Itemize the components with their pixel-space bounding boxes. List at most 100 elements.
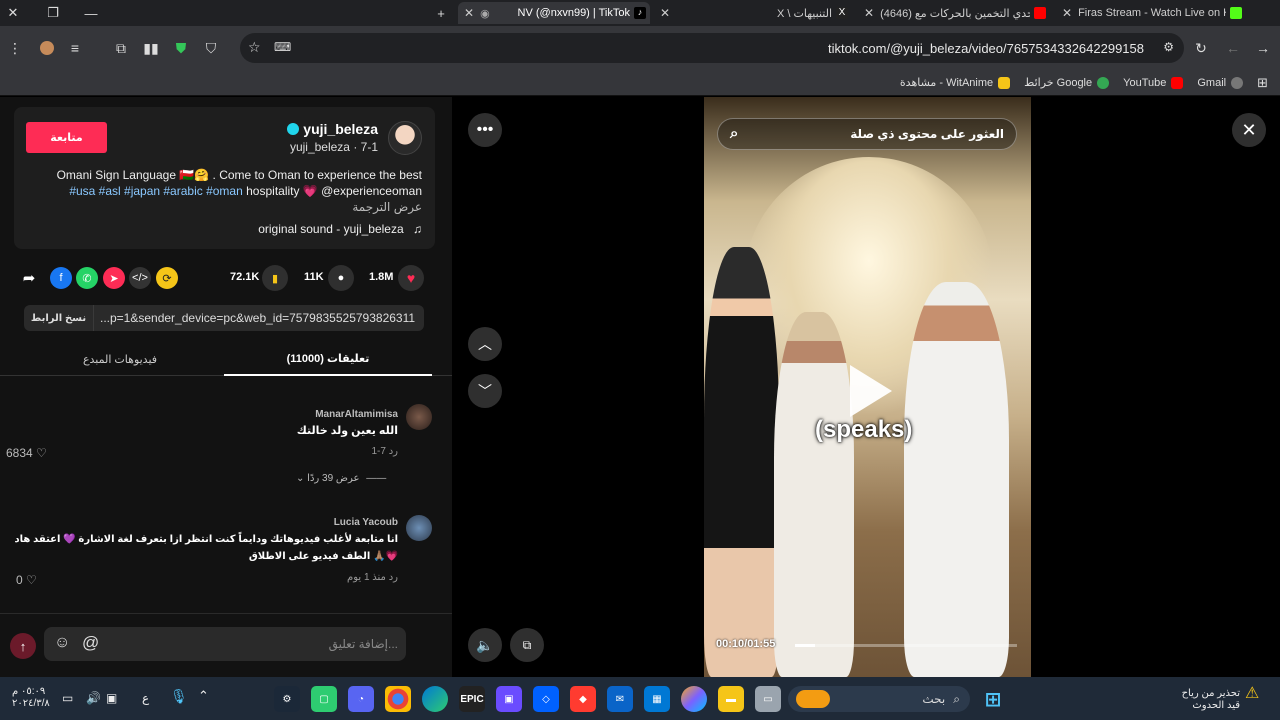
- tab-creator-videos[interactable]: فيديوهات المبدع: [40, 342, 200, 376]
- tray-chevron-up-icon[interactable]: ⌃: [198, 689, 209, 702]
- extension-avatar-icon[interactable]: [32, 33, 62, 63]
- network-icon[interactable]: ▣: [106, 692, 117, 704]
- apps-grid-icon[interactable]: ⊞: [1257, 75, 1268, 91]
- commenter-name[interactable]: Lucia Yacoub: [334, 517, 398, 528]
- speaker-icon[interactable]: 🔊: [86, 692, 101, 704]
- mention-button[interactable]: @: [82, 633, 99, 653]
- bookmark-google-maps[interactable]: خرائط Google: [1024, 76, 1110, 89]
- input-language[interactable]: ع: [142, 692, 149, 704]
- tab-kick-stream[interactable]: ✕ Firas Stream - Watch Live on Ki: [1056, 2, 1246, 24]
- volume-icon[interactable]: 🔈: [468, 628, 502, 662]
- reply-link[interactable]: رد: [389, 446, 398, 457]
- tab-bar: ✕ ❐ — + ✕ ◉ NV (@nxvn99) | TikTok ♪ ✕ X …: [0, 0, 1280, 26]
- close-video-icon[interactable]: ✕: [1232, 113, 1266, 147]
- adblock-shield-icon[interactable]: ⛊: [166, 33, 196, 63]
- site-settings-icon[interactable]: ⚙: [1163, 40, 1174, 54]
- steam-icon[interactable]: ⚙: [274, 686, 300, 712]
- chat-app-icon[interactable]: ▢: [311, 686, 337, 712]
- sound-link[interactable]: original sound - yuji_beleza ♫: [258, 222, 422, 236]
- share-link-text[interactable]: ...p=1&sender_device=pc&web_id=757983552…: [100, 311, 415, 325]
- comment-like-count: 6834: [6, 446, 33, 460]
- chrome-icon[interactable]: [385, 686, 411, 712]
- dropbox-icon[interactable]: ◇: [533, 686, 559, 712]
- bookmark-witanime[interactable]: مشاهدة - WitAnime: [900, 76, 1011, 89]
- repost-icon[interactable]: ⟳: [156, 267, 178, 289]
- creator-avatar[interactable]: [388, 121, 422, 155]
- file-explorer-icon[interactable]: ▬: [718, 686, 744, 712]
- play-icon[interactable]: [850, 365, 892, 417]
- tab-tiktok[interactable]: ✕ ◉ NV (@nxvn99) | TikTok ♪: [458, 2, 650, 24]
- more-options-icon[interactable]: •••: [468, 113, 502, 147]
- reply-link[interactable]: رد: [389, 572, 398, 583]
- back-icon[interactable]: →: [1248, 33, 1278, 63]
- menu-dots-icon[interactable]: ⋮: [0, 33, 30, 63]
- view-replies-button[interactable]: ⌄ عرض 39 ردًا ——: [296, 473, 386, 484]
- tab-youtube-video[interactable]: ✕ (4646) تحدي التخمين بالحركات مع: [858, 2, 1050, 24]
- discord-icon[interactable]: ◔: [348, 686, 374, 712]
- hashtags[interactable]: #usa #asl #japan #arabic #oman: [69, 184, 242, 198]
- comment-input[interactable]: ☺ @ إضافة تعليق...: [44, 627, 406, 661]
- minimize-window-icon[interactable]: —: [78, 0, 104, 26]
- close-window-icon[interactable]: ✕: [0, 0, 26, 26]
- next-video-chevron-down-icon[interactable]: ﹀: [468, 374, 502, 408]
- previous-video-chevron-up-icon[interactable]: ︿: [468, 327, 502, 361]
- follow-button[interactable]: متابعة: [26, 122, 107, 153]
- edge-icon[interactable]: [422, 686, 448, 712]
- tab-close-icon[interactable]: ✕: [464, 6, 474, 20]
- like-heart-icon[interactable]: ♥: [398, 265, 424, 291]
- privacy-shield-icon[interactable]: ⛉: [196, 33, 226, 63]
- extension-icon[interactable]: ▮▮: [136, 33, 166, 63]
- bookmark-save-icon[interactable]: ▮: [262, 265, 288, 291]
- battery-icon[interactable]: ▭: [62, 692, 73, 704]
- tab-comments[interactable]: تعليقات (11000): [224, 342, 432, 376]
- window-app-icon[interactable]: ▭: [755, 686, 781, 712]
- whatsapp-share-icon[interactable]: ✆: [76, 267, 98, 289]
- commenter-name[interactable]: ManarAltamimisa: [315, 409, 398, 420]
- restore-window-icon[interactable]: ❐: [40, 0, 66, 26]
- creator-username[interactable]: yuji_beleza: [287, 121, 378, 137]
- likes-count: 1.8M: [369, 271, 394, 283]
- video-related-search[interactable]: ⌕ العثور على محتوى ذي صلة: [717, 118, 1017, 150]
- see-translation-link[interactable]: عرض الترجمة: [352, 200, 422, 214]
- diamond-app-icon[interactable]: ◆: [570, 686, 596, 712]
- mail-icon[interactable]: ✉: [607, 686, 633, 712]
- copy-link-button[interactable]: نسخ الرابط: [24, 305, 94, 331]
- send-comment-button[interactable]: ↑: [10, 633, 36, 659]
- app-icon[interactable]: ▣: [496, 686, 522, 712]
- x-favicon-icon: X: [836, 7, 848, 19]
- video-progress-bar[interactable]: [795, 644, 1017, 647]
- clock[interactable]: ٠٥:٠٩ م ٢٠٢٤/٣/٨: [12, 686, 50, 710]
- forward-icon[interactable]: ←: [1218, 33, 1248, 63]
- address-bar[interactable]: ☆ ⌨ tiktok.com/@yuji_beleza/video/765753…: [240, 33, 1184, 63]
- new-tab-button[interactable]: +: [428, 0, 454, 26]
- tab-close-icon[interactable]: ✕: [660, 6, 670, 20]
- comment-bubble-icon[interactable]: ●: [328, 265, 354, 291]
- translate-icon[interactable]: ⌨: [274, 40, 291, 54]
- tab-close-icon[interactable]: ✕: [864, 6, 874, 20]
- commenter-avatar[interactable]: [406, 404, 432, 430]
- tiktok-send-icon[interactable]: ➤: [103, 267, 125, 289]
- copilot-icon[interactable]: [681, 686, 707, 712]
- tab-close-icon[interactable]: ✕: [1062, 6, 1072, 20]
- embed-code-icon[interactable]: </>: [129, 267, 151, 289]
- bookmark-youtube[interactable]: YouTube: [1123, 76, 1184, 89]
- windows-start-icon[interactable]: ⊞: [980, 686, 1006, 712]
- extensions-puzzle-icon[interactable]: ⧉: [106, 33, 136, 63]
- comment-like[interactable]: 0 ♡: [16, 573, 37, 587]
- weather-widget[interactable]: تحذير من رياح قيد الحدوث: [1182, 688, 1240, 712]
- facebook-share-icon[interactable]: f: [50, 267, 72, 289]
- epic-games-icon[interactable]: EPIC: [459, 686, 485, 712]
- bookmark-star-icon[interactable]: ☆: [248, 39, 261, 56]
- emoji-icon[interactable]: ☺: [54, 634, 70, 652]
- media-control-icon[interactable]: ≡: [60, 33, 90, 63]
- microphone-icon[interactable]: 🎙: [170, 689, 188, 703]
- floating-player-icon[interactable]: ⧉: [510, 628, 544, 662]
- reload-icon[interactable]: ↻: [1186, 33, 1216, 63]
- share-arrow-icon[interactable]: ➦: [18, 267, 40, 289]
- tab-x-notifications[interactable]: ✕ X \ التنبيهات X: [654, 2, 852, 24]
- comment-like[interactable]: 6834 ♡: [6, 446, 47, 460]
- taskbar-search[interactable]: بحث ⌕: [788, 686, 970, 712]
- store-icon[interactable]: ▦: [644, 686, 670, 712]
- bookmark-gmail[interactable]: Gmail: [1197, 76, 1244, 89]
- commenter-avatar[interactable]: [406, 515, 432, 541]
